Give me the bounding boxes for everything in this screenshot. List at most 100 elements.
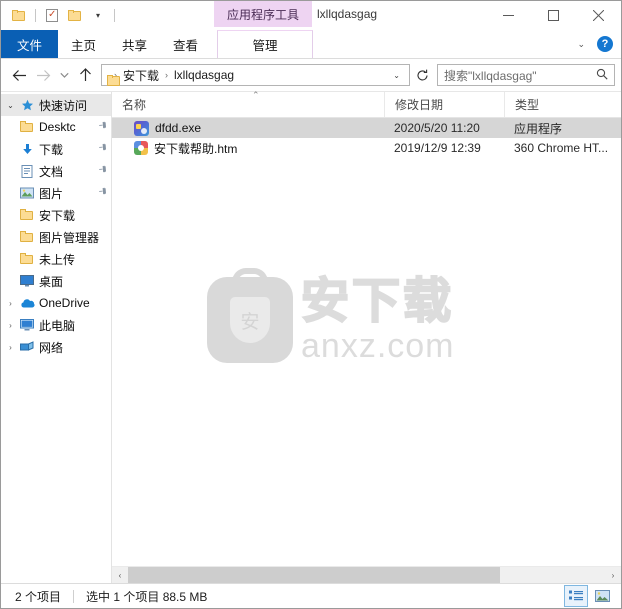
qat-separator-2 <box>114 9 115 22</box>
file-name-cell[interactable]: dfdd.exe <box>112 120 384 136</box>
file-date-cell: 2020/5/20 11:20 <box>394 121 480 135</box>
watermark-text-block: 安下载 anxz.com <box>300 275 455 365</box>
up-button[interactable] <box>73 63 97 87</box>
sidebar-item-label: 安下载 <box>39 208 76 223</box>
tab-home[interactable]: 主页 <box>58 30 109 58</box>
breadcrumb-item-1[interactable]: lxllqdasgag <box>171 68 237 82</box>
tab-manage[interactable]: 管理 <box>217 30 314 58</box>
main-content: ⌄ 快速访问 Desktc 下载 文档 图片 安下载 图片管理器 未上传 桌面 … <box>1 90 621 583</box>
sidebar-item-downloads[interactable]: 下载 <box>1 138 111 160</box>
qat-customize-button[interactable]: ▾ <box>88 6 108 26</box>
minimize-button[interactable] <box>486 1 531 30</box>
scrollbar-thumb[interactable] <box>128 567 501 583</box>
watermark-bag-icon: 安 <box>207 268 293 363</box>
scroll-left-arrow-icon[interactable]: ‹ <box>112 567 128 583</box>
onedrive-cloud-icon <box>18 298 36 309</box>
chevron-right-icon[interactable]: › <box>3 299 18 308</box>
pin-icon <box>94 118 111 137</box>
breadcrumb-separator-1[interactable]: › <box>162 70 171 80</box>
help-icon[interactable]: ? <box>597 36 613 52</box>
recent-locations-button[interactable] <box>55 63 73 87</box>
sidebar-item-desktop[interactable]: 桌面 <box>1 270 111 292</box>
view-mode-buttons <box>564 585 621 607</box>
details-view-button[interactable] <box>564 585 588 607</box>
refresh-button[interactable] <box>410 64 434 86</box>
sidebar-item-anxiazai[interactable]: 安下载 <box>1 204 111 226</box>
status-separator <box>73 589 75 603</box>
table-row[interactable]: dfdd.exe 2020/5/20 11:20 应用程序 <box>112 118 621 138</box>
sidebar-item-label: 图片管理器 <box>39 230 100 245</box>
tab-share[interactable]: 共享 <box>109 30 160 58</box>
folder-icon <box>18 121 36 133</box>
breadcrumb-bar[interactable]: › 安下载 › lxllqdasgag ⌄ <box>101 64 410 86</box>
sidebar-item-network[interactable]: › 网络 <box>1 336 111 358</box>
file-name-label: dfdd.exe <box>155 121 202 135</box>
html-file-icon <box>134 141 148 155</box>
column-header-name[interactable]: 名称 <box>112 92 384 117</box>
search-icon[interactable] <box>590 68 614 83</box>
pin-icon <box>94 162 111 181</box>
watermark-brand-name: 安下载 <box>300 275 455 329</box>
tab-file[interactable]: 文件 <box>1 30 59 58</box>
chevron-right-icon[interactable]: › <box>3 343 18 352</box>
large-icons-view-button[interactable] <box>591 586 613 606</box>
selection-info-label: 选中 1 个项目 88.5 MB <box>86 589 208 604</box>
qat-properties-button[interactable] <box>42 6 62 26</box>
sidebar-item-label: 网络 <box>39 340 64 355</box>
maximize-button[interactable] <box>531 1 576 30</box>
sidebar-item-pictures[interactable]: 图片 <box>1 182 111 204</box>
sidebar-item-label: 快速访问 <box>39 98 88 113</box>
column-header-type[interactable]: 类型 <box>504 92 621 117</box>
sidebar-item-picture-manager[interactable]: 图片管理器 <box>1 226 111 248</box>
close-button[interactable] <box>576 1 621 30</box>
chevron-down-icon[interactable]: ⌄ <box>573 39 589 50</box>
scrollbar-track[interactable] <box>128 567 605 583</box>
sidebar-item-not-uploaded[interactable]: 未上传 <box>1 248 111 270</box>
chevron-down-icon: ▾ <box>95 10 100 20</box>
window-title: lxllqdasgag <box>317 7 378 21</box>
back-button[interactable] <box>7 63 31 87</box>
file-name-cell[interactable]: 安下载帮助.htm <box>112 140 384 157</box>
sidebar-item-desktop-pinned[interactable]: Desktc <box>1 116 111 138</box>
address-bar: › 安下载 › lxllqdasgag ⌄ 搜索"lxllqdasgag" <box>1 59 621 92</box>
file-type-cell: 应用程序 <box>514 121 563 136</box>
sidebar-item-label: 图片 <box>39 186 64 201</box>
sidebar-item-documents[interactable]: 文档 <box>1 160 111 182</box>
pictures-icon <box>18 187 36 199</box>
sidebar-item-label: 未上传 <box>39 252 76 267</box>
chevron-down-icon[interactable]: ⌄ <box>384 71 409 80</box>
qat-folder-icon[interactable] <box>9 6 29 26</box>
chevron-down-icon[interactable]: ⌄ <box>3 101 18 110</box>
file-type-cell: 360 Chrome HT... <box>514 141 609 155</box>
documents-icon <box>18 164 36 178</box>
table-row[interactable]: 安下载帮助.htm 2019/12/9 12:39 360 Chrome HT.… <box>112 138 621 158</box>
sidebar-item-quick-access[interactable]: ⌄ 快速访问 <box>1 94 111 116</box>
column-header-row: 名称 修改日期 类型 ⌃ <box>112 90 621 118</box>
file-name-label: 安下载帮助.htm <box>154 141 238 156</box>
desktop-icon <box>18 275 36 287</box>
contextual-tab-group-header: 应用程序工具 <box>214 1 312 27</box>
properties-icon <box>46 8 58 22</box>
qat-new-folder-button[interactable] <box>65 6 85 26</box>
title-bar: ▾ 应用程序工具 lxllqdasgag <box>1 1 621 30</box>
sidebar-item-this-pc[interactable]: › 此电脑 <box>1 314 111 336</box>
search-box[interactable]: 搜索"lxllqdasgag" <box>437 64 615 86</box>
breadcrumb-item-0[interactable]: 安下载 <box>120 67 162 84</box>
forward-button[interactable] <box>31 63 55 87</box>
horizontal-scrollbar[interactable]: ‹ › <box>112 566 621 583</box>
search-input[interactable]: 搜索"lxllqdasgag" <box>438 67 590 84</box>
sidebar-item-onedrive[interactable]: › OneDrive <box>1 292 111 314</box>
tab-view[interactable]: 查看 <box>160 30 211 58</box>
explorer-window: ▾ 应用程序工具 lxllqdasgag 文件 主页 共享 查看 管理 ⌄ ? <box>0 0 622 609</box>
scroll-right-arrow-icon[interactable]: › <box>605 567 621 583</box>
download-icon <box>18 143 36 156</box>
watermark-logo: 安 安下载 anxz.com <box>207 266 525 374</box>
sidebar-item-label: 文档 <box>39 164 64 179</box>
chevron-right-icon[interactable]: › <box>3 321 18 330</box>
file-date-cell: 2019/12/9 12:39 <box>394 141 481 155</box>
star-pin-icon <box>18 99 36 112</box>
status-bar: 2 个项目 选中 1 个项目 88.5 MB <box>1 583 621 608</box>
file-rows: dfdd.exe 2020/5/20 11:20 应用程序 安下载帮助.htm … <box>112 118 621 566</box>
column-header-date[interactable]: 修改日期 <box>384 92 504 117</box>
watermark-brand-url: anxz.com <box>301 327 455 365</box>
